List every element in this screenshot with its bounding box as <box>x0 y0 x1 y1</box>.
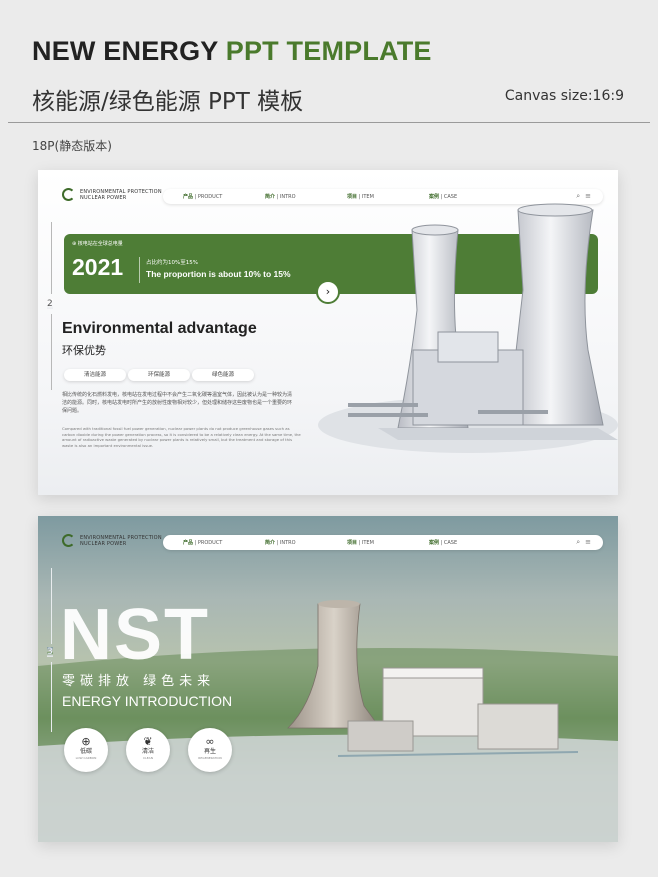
page-number: 3 <box>47 647 53 657</box>
banner-caption: ⊕ 核电站在全球总电量 <box>72 241 123 247</box>
banner-year: 2021 <box>72 254 124 280</box>
header-divider <box>8 122 650 123</box>
banner-english-text: The proportion is about 10% to 15% <box>146 269 291 279</box>
hero-big-text: NST <box>60 595 210 675</box>
infinity-icon: ∞ <box>205 735 215 748</box>
menu-icon[interactable]: ≡ <box>585 538 591 547</box>
brand-logo: ENVIRONMENTAL PROTECTION NUCLEAR POWER <box>62 188 162 201</box>
nav-item-intro[interactable]: 简介 | INTRO <box>265 193 327 200</box>
hero-subheading: ENERGY INTRODUCTION <box>62 693 233 709</box>
page-title: NEW ENERGY PPT TEMPLATE <box>32 36 432 67</box>
nav-item-item[interactable]: 项目 | ITEM <box>347 539 409 546</box>
feature-regeneration: ∞ 再生 REGENERATION <box>188 728 232 772</box>
title-part-2: PPT TEMPLATE <box>225 36 432 66</box>
feature-clean: ❦ 清洁 CLEAN <box>126 728 170 772</box>
slide-preview-environmental-advantage: ENVIRONMENTAL PROTECTION NUCLEAR POWER 产… <box>38 170 618 495</box>
tag-clean-energy: 清洁能源 <box>64 369 126 381</box>
brand-logo: ENVIRONMENTAL PROTECTION NUCLEAR POWER <box>62 534 162 547</box>
brand-line-1: ENVIRONMENTAL PROTECTION <box>80 534 162 541</box>
logo-ring-icon <box>62 534 75 547</box>
feature-low-carbon: ⊕ 低碳 LOW CARBON <box>64 728 108 772</box>
nav-item-case[interactable]: 案例 | CASE <box>429 193 491 200</box>
nav-bar: 产品 | PRODUCT 简介 | INTRO 项目 | ITEM 案例 | C… <box>163 535 603 550</box>
page-number: 2 <box>47 299 53 309</box>
logo-ring-icon <box>62 188 75 201</box>
nav-item-product[interactable]: 产品 | PRODUCT <box>183 539 245 546</box>
section-heading-en: Environmental advantage <box>62 320 257 337</box>
slide-preview-energy-introduction: ENVIRONMENTAL PROTECTION NUCLEAR POWER 产… <box>38 516 618 842</box>
nav-item-intro[interactable]: 简介 | INTRO <box>265 539 327 546</box>
brand-line-2: NUCLEAR POWER <box>80 540 127 547</box>
paragraph-english: Compared with traditional fossil fuel po… <box>62 426 301 448</box>
page-count-label: 18P(静态版本) <box>32 139 112 153</box>
brand-line-2: NUCLEAR POWER <box>80 194 127 201</box>
title-part-1: NEW ENERGY <box>32 36 219 66</box>
tag-eco-energy: 环保能源 <box>128 369 190 381</box>
nuclear-plant-illustration <box>318 203 618 453</box>
brand-line-1: ENVIRONMENTAL PROTECTION <box>80 188 162 195</box>
paragraph-chinese: 相比传统的化石燃料发电，核电站在发电过程中不会产生二氧化碳等温室气体，因此被认为… <box>62 392 293 414</box>
leaf-icon: ❦ <box>143 735 153 748</box>
section-heading-cn: 环保优势 <box>62 344 106 357</box>
nav-item-item[interactable]: 项目 | ITEM <box>347 193 409 200</box>
page-subtitle: 核能源/绿色能源 PPT 模板 <box>32 89 304 115</box>
nav-item-case[interactable]: 案例 | CASE <box>429 539 491 546</box>
banner-chinese-text: 占比约为10%至15% <box>146 260 198 266</box>
nav-item-product[interactable]: 产品 | PRODUCT <box>183 193 245 200</box>
canvas-size-label: Canvas size:16:9 <box>504 88 624 104</box>
search-icon[interactable]: ⌕ <box>576 538 580 547</box>
hero-slogan: 零碳排放 绿色未来 <box>62 674 216 689</box>
globe-icon: ⊕ <box>81 735 91 748</box>
tag-green-energy: 绿色能源 <box>192 369 254 381</box>
